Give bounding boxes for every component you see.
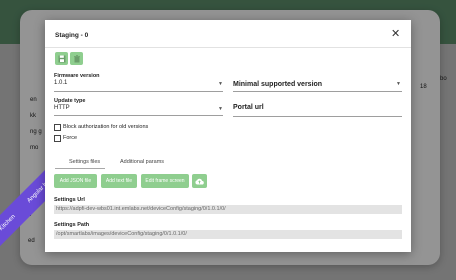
dropdown-caret-icon: ▼ (218, 106, 223, 112)
minimal-supported-version-select[interactable]: Minimal supported version (233, 81, 322, 88)
staging-dialog: Staging - 0 ✕ Firmware version 1.0.1 ▼ M… (45, 20, 411, 252)
delete-icon (73, 54, 80, 62)
update-type-label: Update type (54, 98, 86, 104)
minimal-supported-version-underline (233, 91, 402, 92)
update-type-underline (54, 115, 223, 116)
force-label: Force (63, 135, 78, 141)
delete-button[interactable] (70, 52, 83, 65)
force-checkbox[interactable] (54, 135, 61, 142)
dropdown-caret-icon: ▼ (218, 81, 223, 87)
upload-button[interactable] (192, 174, 207, 188)
block-authorization-checkbox[interactable] (54, 124, 61, 131)
ribbon-text-kitchen: Kitchen (0, 213, 17, 233)
settings-path-label: Settings Path (54, 222, 90, 228)
update-type-select[interactable]: HTTP (54, 105, 70, 111)
save-icon (58, 55, 65, 62)
settings-url-field[interactable]: https://adpfi-dev-wbs01.int.emlabs.net/d… (54, 205, 402, 214)
settings-url-label: Settings Url (54, 197, 85, 203)
dialog-title: Staging - 0 (55, 32, 89, 39)
add-text-file-button[interactable]: Add text file (101, 174, 137, 188)
dropdown-caret-icon: ▼ (396, 81, 401, 87)
firmware-version-underline (54, 91, 223, 92)
save-button[interactable] (55, 52, 68, 65)
portal-url-underline (233, 116, 402, 117)
close-icon[interactable]: ✕ (391, 29, 400, 40)
cloud-upload-icon (195, 178, 204, 184)
firmware-version-label: Firmware version (54, 73, 100, 79)
tab-additional-params[interactable]: Additional params (120, 159, 164, 165)
header-divider (45, 47, 411, 48)
portal-url-input[interactable]: Portal url (233, 104, 264, 111)
active-tab-indicator (55, 168, 105, 169)
settings-path-field[interactable]: /opt/smartlabs/images/deviceConfig/stagi… (54, 230, 402, 239)
firmware-version-select[interactable]: 1.0.1 (54, 80, 67, 86)
add-json-file-button[interactable]: Add JSON file (54, 174, 97, 188)
edit-frame-screen-button[interactable]: Edit frame screen (141, 174, 189, 188)
tab-settings-files[interactable]: Settings files (69, 159, 100, 165)
block-authorization-label: Block authorization for old versions (63, 124, 149, 130)
